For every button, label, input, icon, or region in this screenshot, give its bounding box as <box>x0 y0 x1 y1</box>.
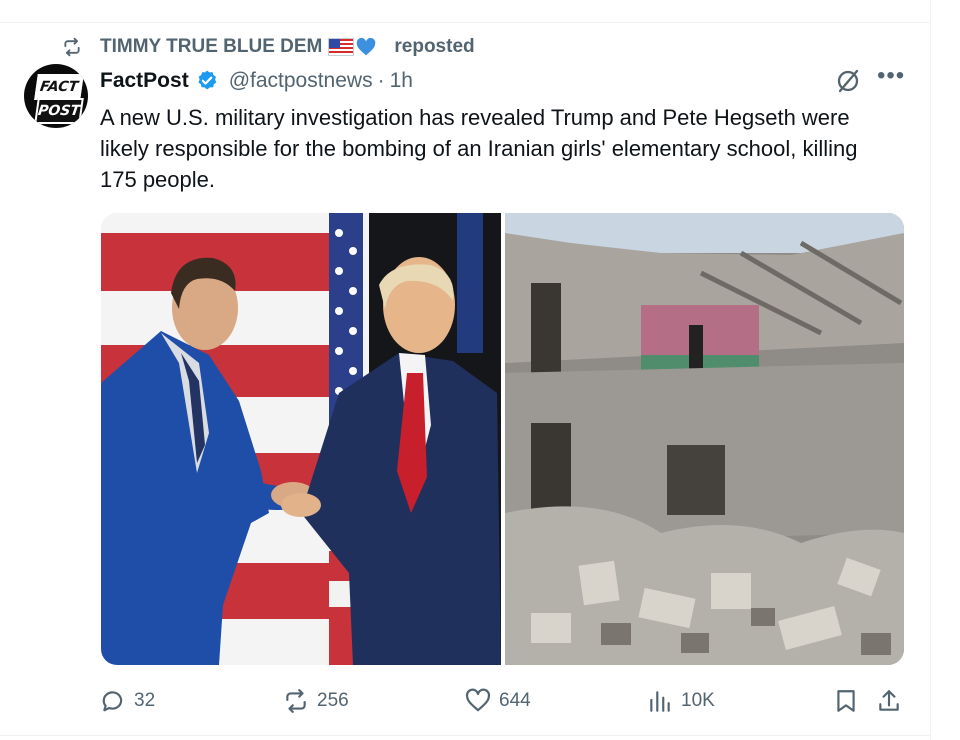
media-right-photo[interactable] <box>505 213 904 665</box>
author-name[interactable]: FactPost <box>100 69 189 93</box>
tweet-timestamp[interactable]: 1h <box>390 69 413 93</box>
tweet-header: FactPost @factpostnews · 1h <box>100 66 413 96</box>
heart-icon <box>465 688 491 712</box>
repost-context[interactable]: TIMMY TRUE BLUE DEM reposted <box>62 35 475 59</box>
us-flag-emoji <box>328 38 355 56</box>
blue-heart-emoji <box>357 37 376 56</box>
media-left-photo[interactable] <box>101 213 501 665</box>
like-count: 644 <box>499 690 531 711</box>
tweet-actions: 32 256 644 10K <box>100 685 910 717</box>
reply-count: 32 <box>134 690 156 711</box>
header-separator: · <box>377 69 385 92</box>
verified-badge-icon[interactable] <box>195 69 219 93</box>
bookmark-button[interactable] <box>833 685 859 717</box>
views-button[interactable]: 10K <box>647 685 715 717</box>
share-icon <box>879 690 899 711</box>
author-handle[interactable]: @factpostnews <box>229 69 373 93</box>
bookmark-icon <box>837 690 855 712</box>
repost-icon <box>64 37 80 57</box>
author-avatar[interactable]: FACT POST <box>24 64 88 128</box>
avatar-logo-line1: FACT <box>34 74 84 100</box>
reply-icon <box>102 691 123 712</box>
avatar-logo-line2: POST <box>34 98 84 124</box>
like-button[interactable]: 644 <box>465 685 531 717</box>
repost-icon <box>286 689 306 713</box>
tweet-media[interactable] <box>101 213 904 665</box>
grok-icon[interactable] <box>834 67 862 95</box>
tweet-text: A new U.S. military investigation has re… <box>100 105 858 192</box>
timeline-divider-bottom <box>0 735 930 736</box>
repost-count: 256 <box>317 690 349 711</box>
more-options-icon[interactable]: ••• <box>877 64 907 92</box>
timeline-divider-top <box>0 22 930 23</box>
views-count: 10K <box>681 690 715 711</box>
repost-button[interactable]: 256 <box>283 685 349 717</box>
reposted-label: reposted <box>394 36 475 57</box>
share-button[interactable] <box>876 685 902 717</box>
reposter-name[interactable]: TIMMY TRUE BLUE DEM <box>100 36 322 58</box>
timeline-border-right <box>930 0 931 740</box>
views-chart-icon <box>650 691 670 712</box>
reply-button[interactable]: 32 <box>100 685 155 717</box>
